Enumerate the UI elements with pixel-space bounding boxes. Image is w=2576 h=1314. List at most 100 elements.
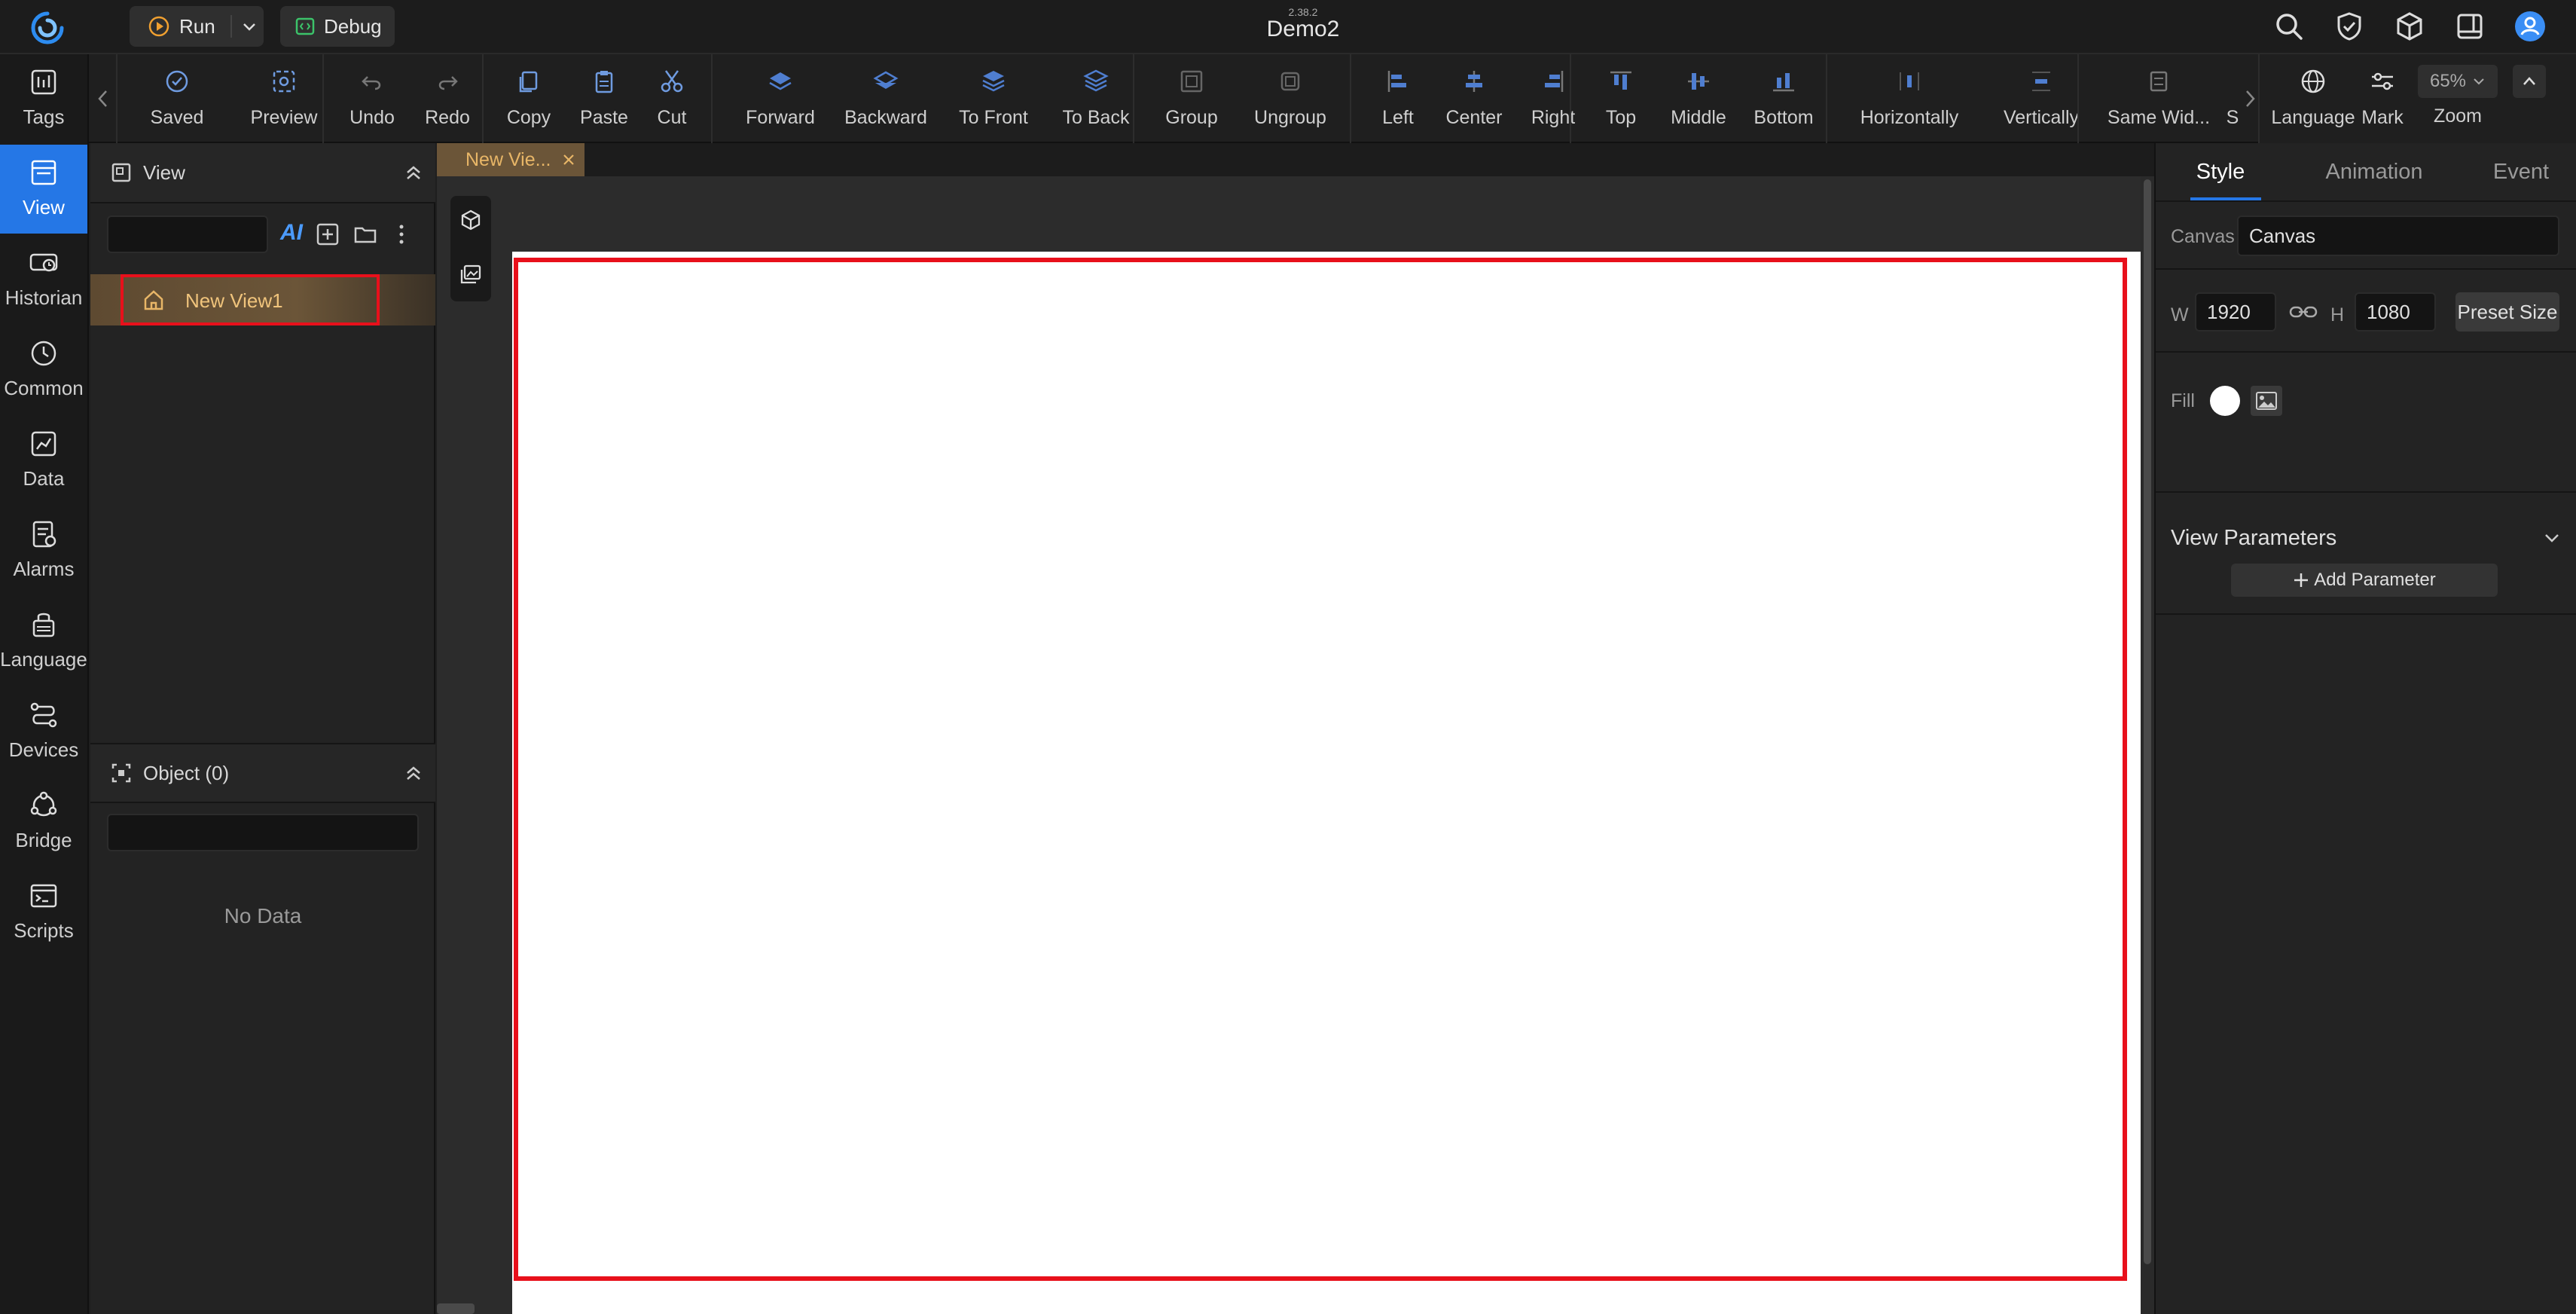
cut-button[interactable]: Cut xyxy=(642,54,702,143)
preset-size-label: Preset Size xyxy=(2457,300,2558,323)
folder-icon[interactable] xyxy=(353,222,378,247)
view-parameters-header[interactable]: View Parameters xyxy=(2156,515,2576,558)
toolbar-label: Top xyxy=(1605,107,1637,128)
width-input[interactable]: 1920 xyxy=(2195,292,2276,332)
preview-button[interactable]: Preview xyxy=(233,54,334,143)
toolbar-separator xyxy=(2077,54,2079,143)
nav-item-alarms[interactable]: Alarms xyxy=(0,506,87,595)
image-gallery-icon[interactable] xyxy=(459,262,483,286)
layout-icon[interactable] xyxy=(2452,9,2487,44)
nav-item-common[interactable]: Common xyxy=(0,325,87,414)
redo-button[interactable]: Redo xyxy=(410,54,485,143)
same-width-button[interactable]: Same Wid... xyxy=(2094,54,2223,143)
preset-size-button[interactable]: Preset Size xyxy=(2455,292,2559,332)
fill-color-swatch[interactable] xyxy=(2210,386,2240,416)
nav-item-devices[interactable]: Devices xyxy=(0,687,87,776)
ungroup-icon xyxy=(1280,72,1300,91)
3d-component-icon[interactable] xyxy=(459,208,483,232)
nav-item-data[interactable]: Data xyxy=(0,416,87,505)
shield-icon[interactable] xyxy=(2332,9,2367,44)
nav-item-historian[interactable]: Historian xyxy=(0,235,87,324)
vertical-scrollbar[interactable] xyxy=(2141,176,2154,1314)
canvas-name-value: Canvas xyxy=(2249,224,2316,247)
add-parameter-button[interactable]: Add Parameter xyxy=(2231,564,2498,597)
debug-button[interactable]: Debug xyxy=(280,6,395,47)
link-aspect-ratio-icon[interactable] xyxy=(2288,300,2318,324)
add-view-icon[interactable] xyxy=(315,222,340,247)
paste-button[interactable]: Paste xyxy=(566,54,642,143)
tab-event[interactable]: Event xyxy=(2465,143,2576,200)
toolbar-label: Undo xyxy=(349,107,395,128)
zoom-select[interactable]: 65% xyxy=(2418,65,2498,98)
close-icon[interactable] xyxy=(561,152,576,167)
align-right-button[interactable]: Right xyxy=(1515,54,1591,143)
toolbar-separator xyxy=(322,54,324,143)
play-icon xyxy=(148,16,169,37)
nav-item-tags[interactable]: Tags xyxy=(0,54,87,143)
toolbar-icon-placeholder xyxy=(2227,66,2239,96)
to-front-button[interactable]: To Front xyxy=(939,54,1048,143)
run-button[interactable]: Run xyxy=(130,6,264,47)
chevron-down-icon[interactable] xyxy=(241,18,258,35)
toolbar-label: Middle xyxy=(1671,107,1726,128)
align-top-button[interactable]: Top xyxy=(1583,54,1659,143)
tags-icon xyxy=(31,69,56,95)
toolbar-label: Paste xyxy=(580,107,628,128)
mark-button[interactable]: Mark xyxy=(2356,54,2409,143)
saved-button[interactable]: Saved xyxy=(136,54,218,143)
toolbar-right-group: Language Mark 65% Zoom xyxy=(2258,54,2576,143)
canvas-side-tools xyxy=(450,196,491,301)
to-back-button[interactable]: To Back xyxy=(1048,54,1143,143)
forward-button[interactable]: Forward xyxy=(728,54,833,143)
nav-item-view[interactable]: View xyxy=(0,145,87,234)
collapse-icon[interactable] xyxy=(404,763,423,783)
tab-new-view[interactable]: New Vie... xyxy=(437,143,584,176)
tab-style[interactable]: Style xyxy=(2168,143,2273,200)
view-icon xyxy=(31,160,56,185)
height-input[interactable]: 1080 xyxy=(2355,292,2436,332)
same-height-button-truncated[interactable]: S xyxy=(2227,54,2239,143)
toolbar-label: Backward xyxy=(844,107,927,128)
divider xyxy=(2156,491,2576,493)
canvas-name-input[interactable]: Canvas xyxy=(2237,215,2559,256)
package-icon[interactable] xyxy=(2392,9,2427,44)
plus-icon xyxy=(2294,573,2309,587)
horizontal-scrollbar-thumb[interactable] xyxy=(437,1303,475,1314)
ai-button[interactable]: AI xyxy=(280,220,303,246)
layer-forward-icon xyxy=(769,72,792,90)
chevron-down-icon xyxy=(2474,78,2484,85)
distribute-vertically-button[interactable]: Vertically xyxy=(1981,54,2101,143)
fill-image-button[interactable] xyxy=(2251,386,2282,416)
design-canvas[interactable] xyxy=(512,252,2141,1314)
scroll-right-icon[interactable] xyxy=(2242,87,2258,110)
nav-item-bridge[interactable]: Bridge xyxy=(0,778,87,866)
scrollbar-thumb[interactable] xyxy=(2144,179,2151,1264)
nav-item-scripts[interactable]: Scripts xyxy=(0,868,87,957)
more-options-icon[interactable] xyxy=(389,222,414,247)
collapse-toolbar-button[interactable] xyxy=(2513,65,2546,98)
search-icon[interactable] xyxy=(2272,9,2306,44)
collapse-icon[interactable] xyxy=(404,163,423,182)
tab-animation[interactable]: Animation xyxy=(2306,143,2442,200)
undo-button[interactable]: Undo xyxy=(334,54,410,143)
group-button[interactable]: Group xyxy=(1146,54,1237,143)
object-search-input[interactable] xyxy=(107,814,419,851)
align-top-icon xyxy=(1610,71,1631,90)
align-bottom-button[interactable]: Bottom xyxy=(1738,54,1829,143)
distribute-horizontally-button[interactable]: Horizontally xyxy=(1838,54,1981,143)
nav-item-label: Common xyxy=(4,377,84,399)
nav-item-language[interactable]: Language xyxy=(0,597,87,686)
scroll-left-icon[interactable] xyxy=(95,87,111,110)
copy-button[interactable]: Copy xyxy=(491,54,566,143)
align-center-button[interactable]: Center xyxy=(1433,54,1515,143)
align-middle-button[interactable]: Middle xyxy=(1657,54,1740,143)
view-list-item[interactable]: New View1 xyxy=(90,274,435,325)
backward-button[interactable]: Backward xyxy=(833,54,939,143)
view-search-input[interactable] xyxy=(107,215,268,253)
empty-state-text: No Data xyxy=(224,904,302,927)
language-button[interactable]: Language xyxy=(2271,54,2355,143)
globe-icon xyxy=(2301,69,2325,93)
ungroup-button[interactable]: Ungroup xyxy=(1234,54,1347,143)
align-left-button[interactable]: Left xyxy=(1363,54,1433,143)
user-avatar-icon[interactable] xyxy=(2513,9,2547,44)
